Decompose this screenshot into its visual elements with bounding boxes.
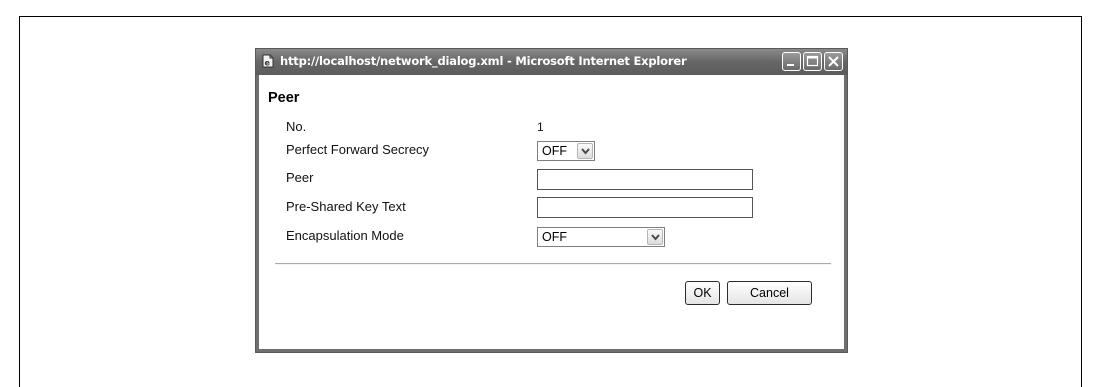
peer-label: Peer xyxy=(286,170,314,185)
close-button[interactable] xyxy=(824,52,843,71)
chevron-down-icon xyxy=(651,234,660,241)
browser-window: e http://localhost/network_dialog.xml - … xyxy=(255,48,848,353)
maximize-icon xyxy=(806,55,819,67)
encap-dropdown-button[interactable] xyxy=(647,229,663,245)
cancel-button[interactable]: Cancel xyxy=(727,281,812,305)
no-label: No. xyxy=(286,119,307,134)
title-bar[interactable]: e http://localhost/network_dialog.xml - … xyxy=(256,49,847,75)
no-value: 1 xyxy=(537,120,544,134)
encap-label: Encapsulation Mode xyxy=(286,228,404,243)
dialog-heading: Peer xyxy=(268,90,300,106)
chevron-down-icon xyxy=(581,148,590,155)
maximize-button[interactable] xyxy=(803,52,822,71)
svg-text:e: e xyxy=(265,59,271,68)
window-title: http://localhost/network_dialog.xml - Mi… xyxy=(280,54,687,68)
dialog-content: Peer No. 1 Perfect Forward Secrecy OFF P… xyxy=(259,75,844,349)
divider xyxy=(275,263,831,265)
pfs-dropdown-button[interactable] xyxy=(577,143,593,159)
minimize-button[interactable] xyxy=(782,52,801,71)
encap-selected-value: OFF xyxy=(542,230,567,244)
ok-button[interactable]: OK xyxy=(685,281,720,305)
encap-select[interactable]: OFF xyxy=(537,227,665,247)
pfs-label: Perfect Forward Secrecy xyxy=(286,142,430,157)
close-icon xyxy=(828,56,839,67)
psk-label: Pre-Shared Key Text xyxy=(286,199,406,214)
psk-input[interactable] xyxy=(537,197,753,218)
pfs-select[interactable]: OFF xyxy=(537,141,595,161)
pfs-selected-value: OFF xyxy=(542,144,567,158)
minimize-icon xyxy=(787,64,794,66)
peer-input[interactable] xyxy=(537,169,753,190)
ie-page-icon: e xyxy=(262,54,274,68)
